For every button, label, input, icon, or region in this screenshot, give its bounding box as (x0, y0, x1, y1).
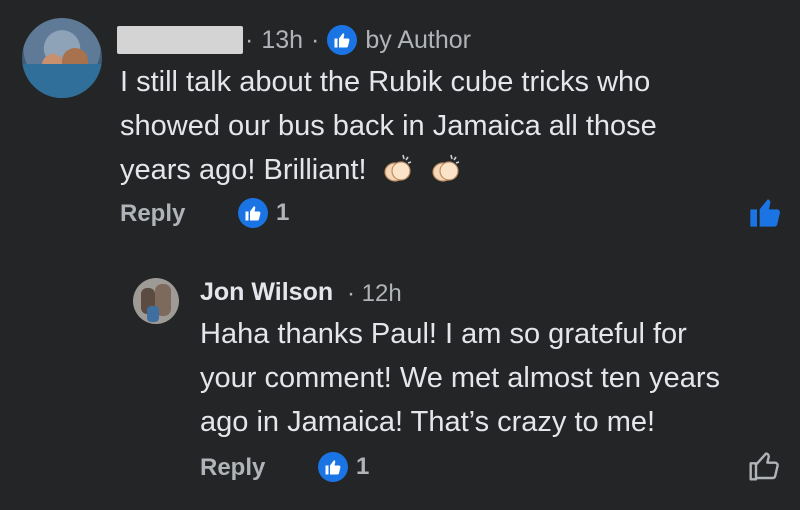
comment-meta: · 13h · by Author (245, 25, 472, 55)
thumbs-up-icon (327, 25, 358, 55)
dot-separator: · (245, 25, 254, 54)
reply-button[interactable]: Reply (120, 200, 185, 228)
reply-actions: Reply (200, 454, 265, 482)
reaction-count: 1 (276, 199, 290, 226)
reply-line: ago in Jamaica! That’s crazy to me! (200, 406, 656, 438)
reply-button[interactable]: Reply (200, 454, 265, 482)
dot-separator: · (311, 25, 320, 54)
comment-text: I still talk about the Rubik cube tricks… (120, 60, 760, 192)
like-button[interactable] (748, 450, 780, 487)
comment-time[interactable]: 13h (261, 26, 303, 55)
dot-separator: · (347, 280, 362, 307)
reply-meta: · 12h (347, 280, 402, 308)
comment-reactions[interactable]: 1 (238, 198, 289, 228)
comment-line-with-emoji: years ago! Brilliant! (120, 148, 760, 192)
author-badge-label: by Author (365, 25, 472, 54)
like-button[interactable] (748, 196, 782, 233)
thumbs-up-icon (238, 198, 268, 228)
comment-line: showed our bus back in Jamaica all those (120, 110, 657, 142)
reply-line: Haha thanks Paul! I am so grateful for (200, 318, 687, 350)
reply-time[interactable]: 12h (362, 280, 402, 307)
thumbs-up-icon (318, 452, 348, 482)
reply-line: your comment! We met almost ten years (200, 362, 721, 394)
reply-avatar[interactable] (133, 278, 179, 324)
clapping-hands-icon (384, 154, 411, 182)
reply-author-name[interactable]: Jon Wilson (200, 278, 333, 307)
reply-reactions[interactable]: 1 (318, 452, 369, 482)
reply-text: Haha thanks Paul! I am so grateful for y… (200, 312, 790, 444)
commenter-avatar[interactable] (22, 18, 102, 98)
thumbs-up-outline-icon (749, 452, 779, 481)
comment-line: I still talk about the Rubik cube tricks… (120, 66, 651, 98)
comment-actions: Reply (120, 200, 185, 228)
thumbs-up-filled-icon (750, 199, 780, 227)
commenter-name-redacted[interactable] (117, 26, 243, 54)
clapping-hands-icon (432, 154, 460, 182)
reaction-count: 1 (356, 453, 370, 480)
